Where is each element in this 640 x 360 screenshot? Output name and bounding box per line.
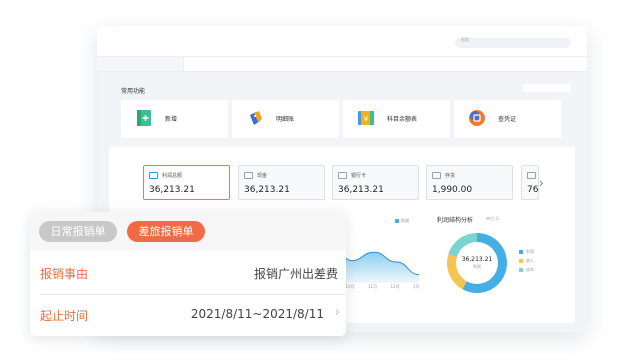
voucher-search-icon bbox=[469, 110, 485, 126]
tab-home[interactable] bbox=[97, 57, 184, 71]
form-row-period[interactable]: 起止时间 2021/8/11~2021/8/11 › bbox=[30, 294, 346, 334]
pie-subtitle: 单位:元 bbox=[486, 216, 500, 221]
account-value: 36,213.21 bbox=[149, 185, 195, 195]
chevron-right-icon[interactable]: › bbox=[539, 176, 544, 190]
donut-center-value: 36,213.21 bbox=[461, 256, 493, 263]
chart-legend: 利润 bbox=[395, 218, 409, 224]
account-icon bbox=[149, 172, 158, 179]
account-name: 现金 bbox=[257, 173, 268, 179]
top-bar: 搜索 bbox=[97, 26, 587, 56]
account-icon bbox=[432, 172, 441, 179]
x-tick-label: 1月 bbox=[413, 284, 420, 289]
search-placeholder: 搜索 bbox=[461, 37, 469, 42]
field-value-reason: 报销广州出差费 bbox=[253, 267, 338, 281]
quick-item-voucher[interactable]: 查凭证 bbox=[454, 100, 561, 138]
tags-icon bbox=[250, 111, 262, 125]
account-name: 利润总额 bbox=[162, 173, 183, 179]
yen-book-icon: ¥ bbox=[358, 111, 374, 125]
donut-legend: 利润 收入 成本 bbox=[519, 247, 534, 274]
account-icon bbox=[244, 172, 253, 179]
account-name: 银行卡 bbox=[351, 173, 367, 179]
quick-item-add[interactable]: 新增 bbox=[121, 100, 228, 138]
section-title-common: 常用功能 bbox=[121, 88, 146, 95]
legend-entry: 收入 bbox=[519, 256, 534, 265]
legend-swatch bbox=[519, 250, 523, 254]
account-name: 存货 bbox=[445, 173, 456, 179]
account-icon bbox=[527, 172, 536, 179]
quick-item-label: 查凭证 bbox=[498, 116, 517, 123]
legend-swatch bbox=[519, 259, 523, 263]
quick-item-label: 新增 bbox=[165, 116, 178, 123]
x-tick-label: 11月 bbox=[368, 284, 378, 289]
legend-label: 利润 bbox=[526, 249, 534, 254]
expense-form-card: 日常报销单 差旅报销单 报销事由 报销广州出差费 起止时间 2021/8/11~… bbox=[30, 212, 346, 336]
search-box[interactable]: 搜索 bbox=[455, 37, 571, 48]
quick-item-label: 科目余额表 bbox=[387, 116, 418, 123]
account-card-partial[interactable]: 76,2 bbox=[521, 165, 539, 200]
legend-label: 利润 bbox=[401, 218, 409, 223]
legend-entry: 利润 bbox=[519, 247, 534, 256]
svg-text:¥: ¥ bbox=[364, 115, 369, 123]
quick-item-label: 明细账 bbox=[276, 116, 295, 123]
quick-item-balance[interactable]: ¥ 科目余额表 bbox=[343, 100, 450, 138]
field-value-period: 2021/8/11~2021/8/11 bbox=[190, 307, 324, 321]
field-label-period: 起止时间 bbox=[40, 309, 89, 323]
legend-swatch bbox=[519, 268, 523, 272]
tab-daily-expense[interactable]: 日常报销单 bbox=[39, 221, 117, 242]
field-label-reason: 报销事由 bbox=[40, 267, 89, 281]
tab-strip bbox=[97, 56, 587, 72]
account-card-cash[interactable]: 现金 36,213.21 bbox=[238, 165, 325, 200]
form-row-reason[interactable]: 报销事由 报销广州出差费 bbox=[30, 252, 346, 292]
account-card-profit[interactable]: 利润总额 36,213.21 bbox=[143, 165, 230, 200]
settings-button[interactable] bbox=[523, 84, 571, 92]
account-card-inventory[interactable]: 存货 1,990.00 bbox=[426, 165, 513, 200]
pie-title: 利润结构分析 bbox=[437, 217, 474, 224]
quick-item-ledger[interactable]: 明细账 bbox=[232, 100, 339, 138]
donut-center-label: 利润 bbox=[473, 264, 481, 269]
add-document-icon bbox=[137, 110, 151, 126]
x-tick-label: 12月 bbox=[390, 284, 400, 289]
chevron-right-icon: › bbox=[334, 305, 340, 320]
account-value: 1,990.00 bbox=[432, 185, 473, 195]
legend-entry: 成本 bbox=[519, 265, 534, 274]
legend-label: 成本 bbox=[526, 267, 534, 272]
account-value: 36,213.21 bbox=[338, 185, 384, 195]
legend-label: 收入 bbox=[526, 258, 534, 263]
tab-travel-expense[interactable]: 差旅报销单 bbox=[127, 221, 205, 242]
account-card-bank[interactable]: 银行卡 36,213.21 bbox=[332, 165, 419, 200]
account-value: 76,2 bbox=[527, 185, 539, 195]
donut-hole bbox=[456, 242, 498, 284]
account-icon bbox=[338, 172, 347, 179]
account-value: 36,213.21 bbox=[244, 185, 290, 195]
form-tabs: 日常报销单 差旅报销单 bbox=[30, 212, 346, 250]
legend-swatch bbox=[395, 219, 399, 223]
x-tick-label: 10月 bbox=[345, 284, 355, 289]
